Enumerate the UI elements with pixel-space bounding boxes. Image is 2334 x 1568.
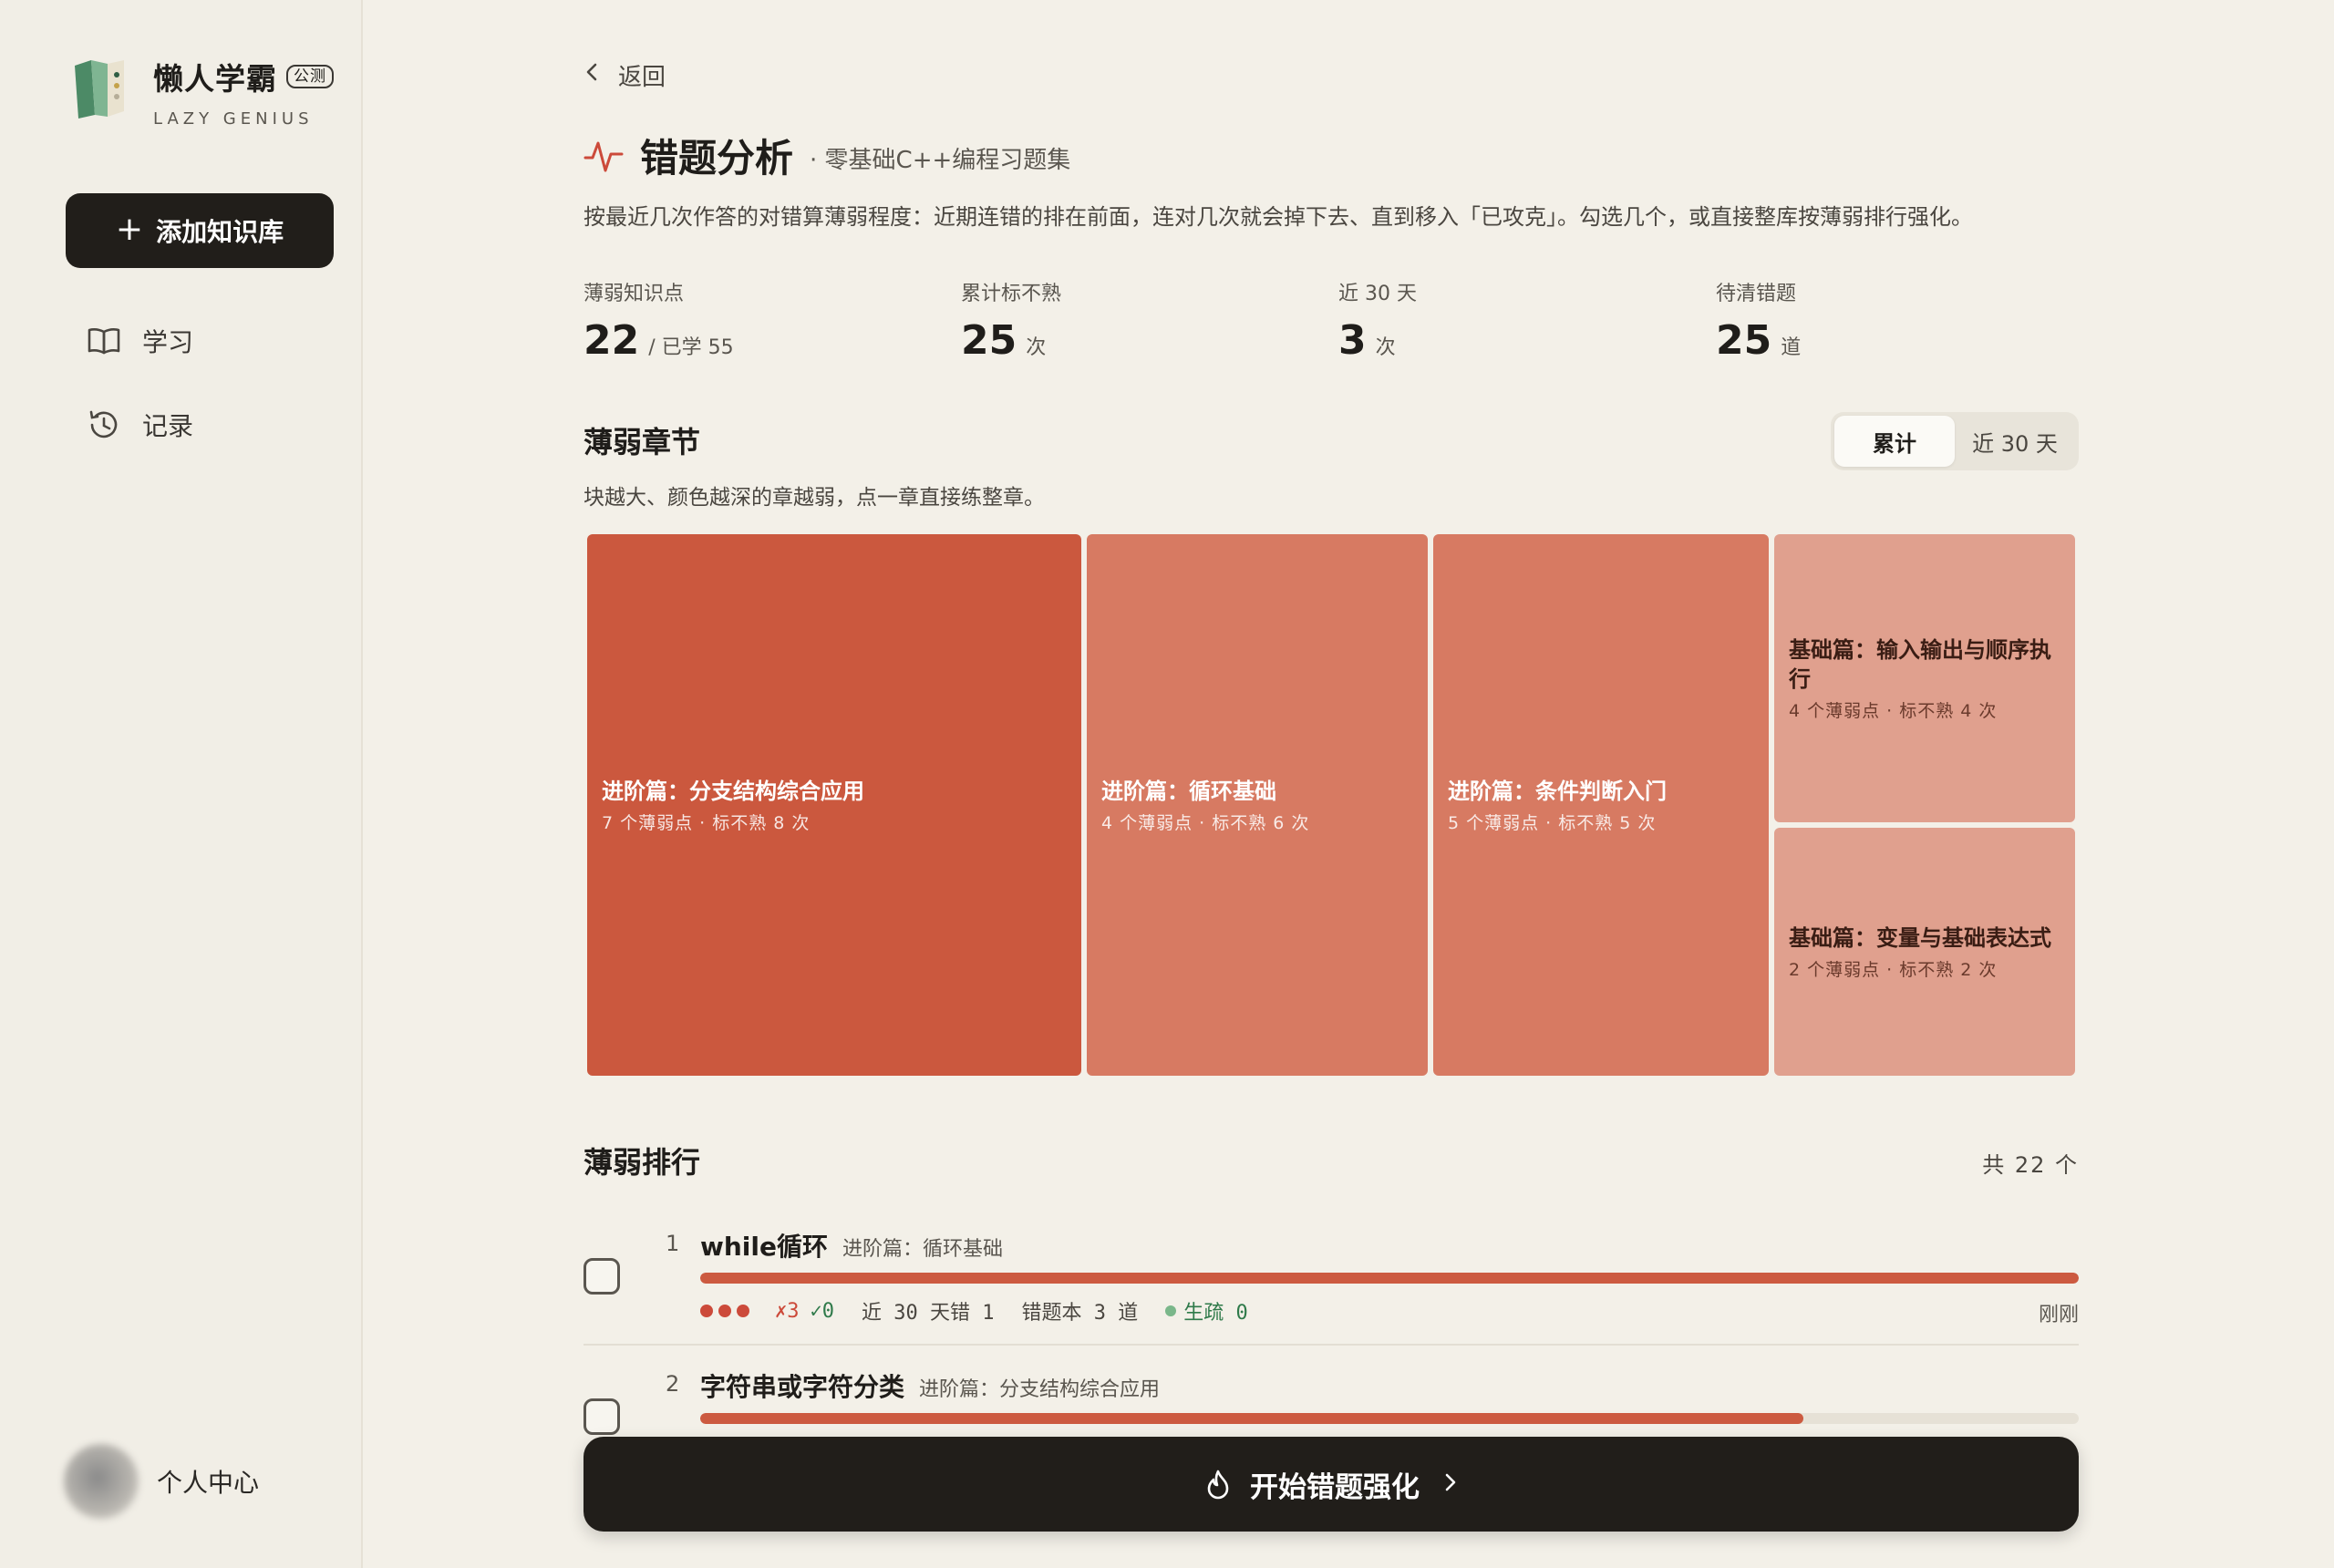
familiarity-status: 生疏 0 (1183, 1302, 1248, 1325)
history-icon (86, 407, 122, 443)
weakness-bar-fill (700, 1273, 2079, 1284)
back-label: 返回 (618, 64, 666, 91)
weakness-bar-fill (700, 1413, 1803, 1424)
start-reinforcement-label: 开始错题强化 (1250, 1470, 1420, 1504)
chapter-label: 进阶篇：分支结构综合应用 (919, 1378, 1161, 1401)
toggle-cumulative[interactable]: 累计 (1834, 416, 1955, 467)
start-reinforcement-button[interactable]: 开始错题强化 (584, 1437, 2079, 1532)
stat-value: 22 (584, 317, 640, 364)
chapter-name: 进阶篇：条件判断入门 (1448, 778, 1667, 804)
chapter-meta: 5 个薄弱点 · 标不熟 5 次 (1448, 812, 1657, 833)
brand-subtitle: LAZY GENIUS (153, 109, 314, 129)
chapter-tile[interactable]: 基础篇：变量与基础表达式 2 个薄弱点 · 标不熟 2 次 (1774, 828, 2075, 1076)
wrong-dot (718, 1305, 731, 1317)
chapter-name: 进阶篇：循环基础 (1101, 778, 1276, 804)
mistake-book-count: 错题本 3 道 (1021, 1302, 1139, 1325)
stat-value: 25 (961, 317, 1017, 364)
stat-pending-mistakes: 待清错题 25 道 (1716, 277, 1801, 364)
select-checkbox[interactable] (584, 1258, 620, 1295)
stat-label: 近 30 天 (1338, 283, 1417, 305)
chapter-meta: 7 个薄弱点 · 标不熟 8 次 (602, 812, 811, 833)
page-header: 错题分析 · 零基础C++编程习题集 (584, 128, 1070, 183)
select-checkbox[interactable] (584, 1398, 620, 1435)
chapter-tile[interactable]: 基础篇：输入输出与顺序执行 4 个薄弱点 · 标不熟 4 次 (1774, 534, 2075, 822)
wrong-count: ✗3 (775, 1299, 800, 1323)
chapter-label: 进阶篇：循环基础 (842, 1238, 1004, 1261)
beta-badge: 公测 (286, 65, 334, 88)
avatar (64, 1444, 139, 1519)
last-seen-time: 刚刚 (2038, 1304, 2079, 1326)
book-icon (86, 323, 122, 359)
add-knowledge-base-button[interactable]: + 添加知识库 (66, 193, 334, 268)
weak-chapters-title: 薄弱章节 (584, 425, 701, 459)
page-title: 错题分析 (640, 136, 794, 181)
stat-label: 薄弱知识点 (584, 283, 685, 305)
period-toggle: 累计 近 30 天 (1831, 412, 2079, 470)
ranking-count: 共 22 个 (1982, 1152, 2079, 1178)
knowledge-point-name: 字符串或字符分类 (700, 1372, 905, 1402)
back-link[interactable]: 返回 (584, 58, 666, 92)
rank-number: 2 (666, 1371, 680, 1397)
rank-number: 1 (666, 1231, 680, 1256)
stat-unit: / 已学 55 (648, 336, 734, 359)
plus-icon: + (115, 210, 144, 248)
sidebar-item-study[interactable]: 学习 (86, 323, 193, 359)
status-dot (1165, 1305, 1177, 1316)
sidebar-item-history[interactable]: 记录 (86, 407, 193, 443)
book-logo-icon (71, 55, 137, 120)
weakness-bar (700, 1273, 2079, 1284)
page-description: 按最近几次作答的对错算薄弱程度：近期连错的排在前面，连对几次就会掉下去、直到移入… (584, 204, 1973, 230)
stat-unit: 道 (1781, 336, 1802, 359)
brand-logo[interactable]: 懒人学霸 公测 LAZY GENIUS (71, 55, 334, 129)
right-count: ✓0 (810, 1299, 835, 1323)
recent-errors: 近 30 天错 1 (862, 1302, 995, 1325)
page-subtitle: · 零基础C++编程习题集 (810, 147, 1071, 174)
toggle-last-30-days[interactable]: 近 30 天 (1955, 416, 2075, 467)
wrong-dot (737, 1305, 749, 1317)
wrong-dot (700, 1305, 713, 1317)
flame-icon (1204, 1469, 1232, 1500)
rank-meta: ✗3 ✓0 近 30 天错 1 错题本 3 道 生疏 0 (700, 1296, 1248, 1326)
weakness-bar (700, 1413, 2079, 1424)
row-divider (584, 1344, 2079, 1346)
stat-value: 3 (1338, 317, 1367, 364)
knowledge-point-name: while循环 (700, 1232, 828, 1262)
brand-name: 懒人学霸 (153, 61, 277, 97)
chapter-name: 基础篇：输入输出与顺序执行 (1789, 636, 2051, 692)
weak-chapters-description: 块越大、颜色越深的章越弱，点一章直接练整章。 (584, 486, 1045, 510)
chapter-name: 基础篇：变量与基础表达式 (1789, 924, 2051, 951)
stat-weak-points: 薄弱知识点 22 / 已学 55 (584, 277, 734, 364)
weak-ranking-title: 薄弱排行 (584, 1145, 701, 1180)
sidebar: 懒人学霸 公测 LAZY GENIUS + 添加知识库 学习 记录 个人中心 (0, 0, 363, 1568)
pulse-icon (584, 136, 624, 176)
stat-last-30-days: 近 30 天 3次 (1338, 277, 1417, 364)
chapter-name: 进阶篇：分支结构综合应用 (602, 778, 864, 804)
stat-value: 25 (1716, 317, 1772, 364)
stat-label: 累计标不熟 (961, 283, 1062, 305)
profile-label: 个人中心 (157, 1468, 260, 1498)
chapter-meta: 4 个薄弱点 · 标不熟 4 次 (1789, 700, 1998, 721)
add-knowledge-base-label: 添加知识库 (156, 217, 284, 247)
profile-link[interactable]: 个人中心 (64, 1444, 259, 1519)
stat-unit: 次 (1375, 336, 1396, 359)
stat-label: 待清错题 (1716, 283, 1797, 305)
chevron-left-icon (584, 61, 600, 89)
sidebar-item-label: 记录 (142, 411, 194, 441)
recent-answer-dots (700, 1305, 755, 1317)
stat-marked-unfamiliar: 累计标不熟 25 次 (961, 277, 1061, 364)
chapter-meta: 4 个薄弱点 · 标不熟 6 次 (1101, 812, 1310, 833)
stat-unit: 次 (1026, 336, 1047, 359)
chapter-meta: 2 个薄弱点 · 标不熟 2 次 (1789, 959, 1998, 980)
chapter-tile[interactable]: 进阶篇：条件判断入门 5 个薄弱点 · 标不熟 5 次 (1433, 534, 1769, 1076)
chapter-treemap: 进阶篇：分支结构综合应用 7 个薄弱点 · 标不熟 8 次 进阶篇：循环基础 4… (587, 534, 2075, 1076)
sidebar-item-label: 学习 (142, 327, 194, 357)
chevron-right-icon (1443, 1469, 1458, 1501)
chapter-tile[interactable]: 进阶篇：分支结构综合应用 7 个薄弱点 · 标不熟 8 次 (587, 534, 1081, 1076)
chapter-tile[interactable]: 进阶篇：循环基础 4 个薄弱点 · 标不熟 6 次 (1087, 534, 1428, 1076)
